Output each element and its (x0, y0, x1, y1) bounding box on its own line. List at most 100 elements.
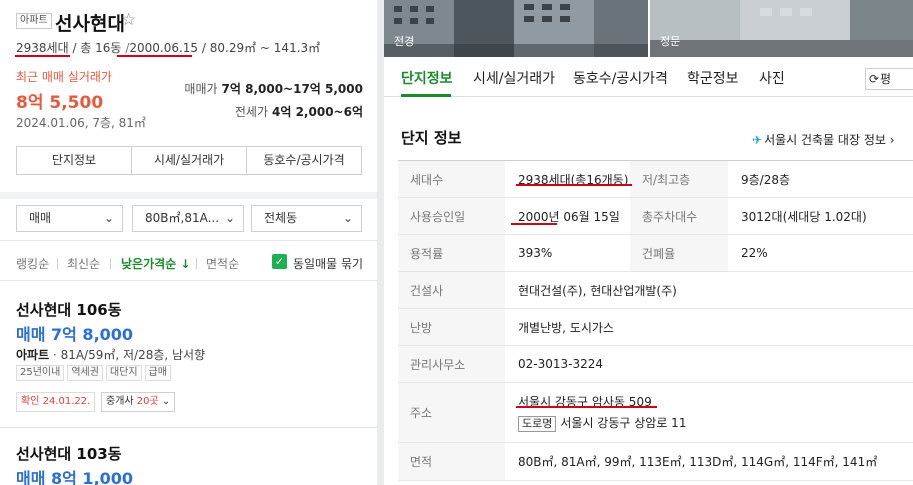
detail-tabs: 단지정보 시세/실거래가 동호수/공시가격 학군정보 사진 (384, 57, 913, 97)
listing-price: 매매 7억 8,000 (16, 325, 134, 344)
listing-name: 선사현대 103동 (16, 445, 122, 463)
dong-select[interactable]: 전체동 ⌄ (251, 205, 362, 232)
tab-button-price[interactable]: 시세/실거래가 (131, 147, 246, 174)
tab-price[interactable]: 시세/실거래가 (473, 68, 555, 88)
tab-unit-price[interactable]: 동호수/공시가격 (573, 68, 668, 88)
sort-separator (57, 258, 58, 269)
tab-school[interactable]: 학군정보 (687, 68, 739, 88)
building-photo-image (384, 0, 648, 57)
same-listing-checkbox[interactable]: ✓ (272, 254, 287, 269)
agent-count-button[interactable]: 중개사 20곳 ⌄ (101, 392, 176, 412)
area-range-text: / 80.29㎡ ~ 141.3㎡ (201, 41, 321, 55)
table-row: 관리사무소 02-3013-3224 (398, 345, 913, 383)
photo-caption: 정문 (660, 35, 681, 48)
row-header: 용적률 (398, 234, 505, 272)
chevron-down-icon: ⌄ (224, 211, 235, 225)
complex-basic-info: 2938세대 / 총 16동 /2000.06.15 / 80.29㎡ ~ 14… (16, 39, 320, 56)
row-header: 건설사 (398, 271, 505, 309)
listing-name: 선사현대 106동 (16, 301, 122, 319)
office-phone-value: 02-3013-3224 (505, 345, 913, 383)
highlight-underline (516, 184, 632, 186)
road-address-value: 서울시 강동구 상암로 11 (560, 416, 687, 430)
active-tab-indicator (401, 94, 451, 97)
row-header: 총주차대수 (630, 197, 728, 235)
confirm-date-badge: 확인 24.01.22. (16, 392, 96, 412)
area-types-value: 80B㎡, 81A㎡, 99㎡, 113E㎡, 113D㎡, 114G㎡, 11… (505, 442, 913, 481)
refresh-icon: ⟳ (869, 72, 880, 86)
agent-count: 20곳 (136, 396, 159, 407)
floors-value: 9층/28층 (728, 160, 913, 198)
photo-gate[interactable]: 정문 (650, 0, 913, 57)
area-select[interactable]: 80B㎡,81A... ⌄ (132, 205, 244, 232)
far-value: 393% (505, 234, 630, 272)
tab-button-complex-info[interactable]: 단지정보 (17, 147, 131, 174)
listing-spec-detail: · 81A/59㎡, 저/28층, 남서향 (49, 348, 206, 362)
sort-separator (196, 258, 197, 269)
area-value: 80B㎡,81A... (145, 211, 220, 225)
complex-tab-buttons: 단지정보 시세/실거래가 동호수/공시가격 (16, 146, 362, 175)
trade-type-select[interactable]: 매매 ⌄ (16, 205, 123, 232)
recent-trade-price: 8억 5,500 (16, 93, 104, 113)
tab-photos[interactable]: 사진 (759, 68, 785, 88)
photo-caption: 전경 (394, 35, 415, 48)
table-row: 난방 개별난방, 도시가스 (398, 308, 913, 346)
type-badge: 아파트 (16, 13, 52, 29)
listing-price: 매매 8억 1,000 (16, 469, 134, 485)
chevron-down-icon: ⌄ (342, 211, 353, 225)
table-row: 사용승인일 2000년 06월 15일 총주차대수 3012대(세대당 1.02… (398, 197, 913, 235)
jeonse-price-value: 4억 2,000~6억 (272, 105, 363, 119)
building-link-icon: ✈ (752, 133, 763, 147)
tab-complex-info[interactable]: 단지정보 (401, 68, 453, 88)
parking-value: 3012대(세대당 1.02대) (728, 197, 913, 235)
address-cell: 서울시 강동구 암사동 509 도로명 서울시 강동구 상암로 11 (505, 382, 913, 443)
sort-latest[interactable]: 최신순 (67, 255, 100, 272)
listing-tag: 역세권 (67, 365, 103, 381)
households-text: 2938세대 (16, 41, 69, 55)
row-header: 면적 (398, 442, 505, 481)
sort-area[interactable]: 면적순 (206, 255, 239, 272)
sort-separator (110, 258, 111, 269)
buildings-text: / 총 16동 (72, 41, 122, 55)
highlight-underline (516, 406, 657, 408)
recent-trade-date: 2024.01.06, 7층, 81㎡ (16, 116, 146, 130)
sale-price-value: 7억 8,000~17억 5,000 (221, 82, 363, 96)
table-row: 주소 서울시 강동구 암사동 509 도로명 서울시 강동구 상암로 11 (398, 382, 913, 443)
sort-low-price[interactable]: 낮은가격순 ↓ (121, 255, 190, 272)
list-divider (0, 280, 377, 281)
pyeong-toggle-button[interactable]: ⟳ 평 (865, 68, 913, 90)
complex-summary-panel: 아파트 선사현대 ☆ 2938세대 / 총 16동 /2000.06.15 / … (0, 0, 377, 485)
chevron-right-icon: › (889, 133, 895, 147)
panel-divider (377, 0, 384, 485)
road-badge: 도로명 (518, 416, 557, 432)
highlight-underline (511, 223, 557, 225)
jeonse-price-range: 전세가 4억 2,000~6억 (235, 103, 363, 120)
sale-price-range: 매매가 7억 8,000~17억 5,000 (184, 80, 363, 97)
address-road: 도로명 서울시 강동구 상암로 11 (518, 414, 913, 432)
listing-tag: 급매 (144, 365, 171, 381)
sort-ranking[interactable]: 랭킹순 (16, 255, 49, 272)
building-register-link[interactable]: ✈ 서울시 건축물 대장 정보 › (752, 131, 895, 148)
dong-value: 전체동 (264, 211, 298, 225)
row-header: 세대수 (398, 160, 505, 198)
builder-value: 현대건설(주), 현대산업개발(주) (505, 271, 913, 309)
agent-prefix: 중개사 (106, 396, 137, 407)
complex-name: 선사현대 (55, 13, 125, 35)
same-listing-label: 동일매물 묶기 (293, 257, 364, 271)
favorite-star-icon[interactable]: ☆ (121, 10, 136, 30)
gate-photo-image (650, 0, 913, 57)
row-header: 건폐율 (630, 234, 728, 272)
photo-exterior[interactable]: 전경 (384, 0, 648, 57)
jeonse-price-key: 전세가 (234, 105, 269, 119)
households-value: 2938세대(총16개동) (505, 160, 630, 198)
listing-spec-type: 아파트 (16, 348, 50, 362)
listing-tag: 25년이내 (16, 365, 65, 381)
tab-button-unit-price[interactable]: 동호수/공시가격 (246, 147, 361, 174)
recent-trade-label: 최근 매매 실거래가 (16, 70, 112, 84)
section-divider (0, 192, 377, 199)
heating-value: 개별난방, 도시가스 (505, 308, 913, 346)
approval-value: 2000년 06월 15일 (505, 197, 630, 235)
table-row: 세대수 2938세대(총16개동) 저/최고층 9층/28층 (398, 160, 913, 198)
list-divider (0, 427, 377, 428)
row-header: 주소 (398, 382, 505, 443)
pyeong-label: 평 (880, 72, 892, 86)
